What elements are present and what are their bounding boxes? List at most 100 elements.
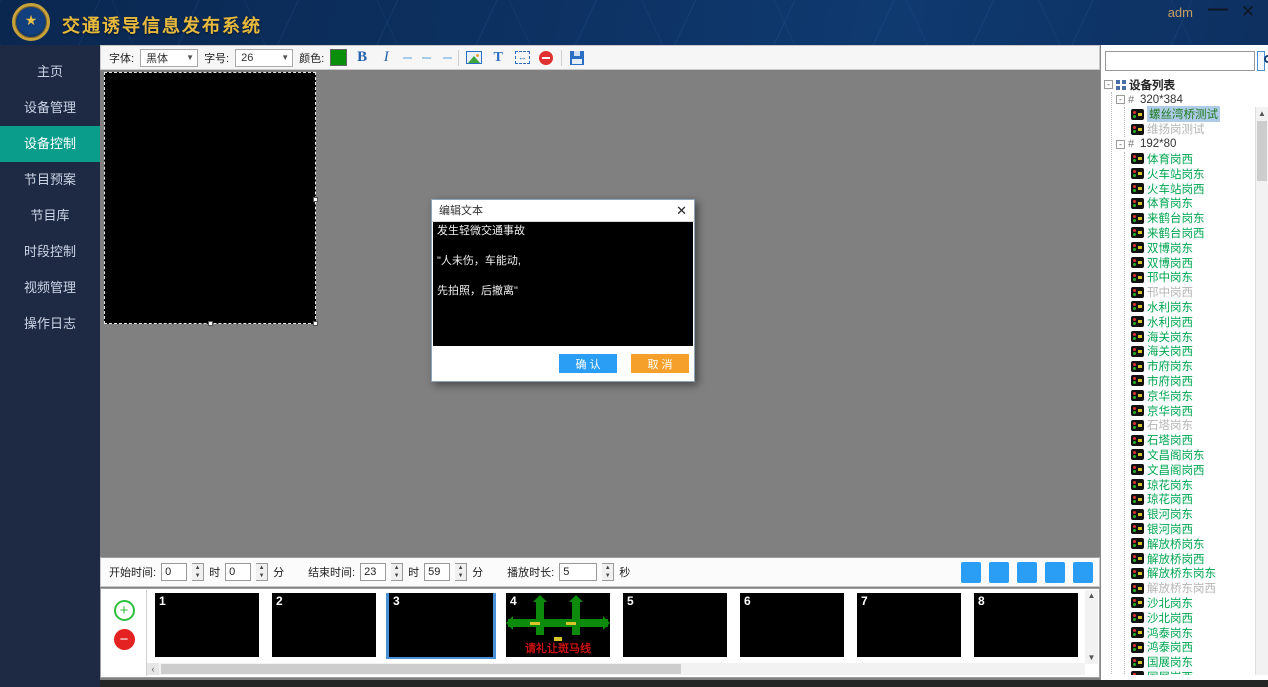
device-item[interactable]: 水利岗西 [1125, 314, 1268, 329]
end-hour-stepper[interactable]: ▲▼ [391, 563, 403, 581]
dialog-title-bar[interactable]: 编辑文本 ✕ [432, 200, 694, 222]
device-item[interactable]: 石塔岗东 [1125, 418, 1268, 433]
align-right-button[interactable] [439, 49, 452, 67]
device-item[interactable]: 水利岗东 [1125, 300, 1268, 315]
device-item[interactable]: 解放桥东岗西 [1125, 581, 1268, 596]
dialog-textarea[interactable]: 发生轻微交通事故 "人未伤，车能动, 先拍照，后撤离" [433, 222, 693, 346]
collapse-icon[interactable]: - [1116, 95, 1125, 104]
resize-handle-right[interactable] [313, 197, 318, 202]
program-thumbnail[interactable]: 7 [857, 593, 961, 657]
duration-input[interactable]: 5 [559, 563, 597, 581]
sidebar-item[interactable]: 设备管理 [0, 90, 100, 126]
start-hour-input[interactable]: 0 [161, 563, 187, 581]
bold-button[interactable]: B [353, 49, 371, 67]
italic-button[interactable]: I [377, 49, 395, 67]
device-tree-scrollbar[interactable]: ▲ ▼ [1255, 107, 1268, 675]
device-item[interactable]: 双博岗西 [1125, 255, 1268, 270]
device-item[interactable]: 体育岗东 [1125, 196, 1268, 211]
device-item[interactable]: 维扬岗测试 [1125, 122, 1268, 137]
search-button[interactable] [1257, 51, 1265, 71]
device-item[interactable]: 文昌阁岗西 [1125, 462, 1268, 477]
device-item[interactable]: 沙北岗东 [1125, 596, 1268, 611]
device-item[interactable]: 体育岗西 [1125, 152, 1268, 167]
program-thumbnail[interactable]: 1 [155, 593, 259, 657]
sidebar-item[interactable]: 操作日志 [0, 306, 100, 342]
device-item[interactable]: 石塔岗西 [1125, 433, 1268, 448]
editor-canvas[interactable]: 编辑文本 ✕ 发生轻微交通事故 "人未伤，车能动, 先拍照，后撤离" 确 认 取… [100, 70, 1100, 557]
resize-handle-bottom[interactable] [208, 321, 213, 326]
duration-stepper[interactable]: ▲▼ [602, 563, 614, 581]
start-minute-stepper[interactable]: ▲▼ [256, 563, 268, 581]
sidebar-item[interactable]: 时段控制 [0, 234, 100, 270]
device-item[interactable]: 鸿泰岗西 [1125, 640, 1268, 655]
add-program-button[interactable]: + [114, 600, 135, 621]
device-item[interactable]: 解放桥东岗东 [1125, 566, 1268, 581]
device-item[interactable]: 市府岗西 [1125, 374, 1268, 389]
device-item[interactable]: 琼花岗西 [1125, 492, 1268, 507]
device-item[interactable]: 解放桥岗西 [1125, 551, 1268, 566]
device-item[interactable]: 双博岗东 [1125, 240, 1268, 255]
program-thumbnail[interactable]: 6 [740, 593, 844, 657]
program-thumbnail[interactable]: 8 [974, 593, 1078, 657]
scroll-up-icon[interactable]: ▲ [1256, 109, 1268, 118]
fit-screen-button[interactable]: ↔ [513, 49, 531, 67]
device-item[interactable]: 邗中岗东 [1125, 270, 1268, 285]
device-search-input[interactable] [1105, 51, 1255, 71]
sidebar-item[interactable]: 节目预案 [0, 162, 100, 198]
size-select[interactable]: 26 ▼ [235, 49, 293, 67]
device-item[interactable]: 螺丝湾桥测试 [1125, 107, 1268, 122]
sidebar-item[interactable]: 主页 [0, 54, 100, 90]
thumbnails-hscrollbar[interactable]: ‹ [147, 663, 1085, 675]
insert-image-button[interactable] [465, 49, 483, 67]
save-button[interactable] [568, 49, 586, 67]
led-preview[interactable] [104, 72, 316, 324]
device-item[interactable]: 沙北岗西 [1125, 610, 1268, 625]
confirm-button[interactable]: 确 认 [559, 354, 617, 373]
collapse-icon[interactable]: - [1116, 140, 1125, 149]
program-thumbnail[interactable]: 3 [389, 593, 493, 657]
remove-program-button[interactable]: − [114, 629, 135, 650]
close-icon[interactable]: ✕ [1236, 2, 1260, 22]
program-thumbnail[interactable]: 5 [623, 593, 727, 657]
action-button[interactable] [1045, 562, 1065, 583]
collapse-icon[interactable]: - [1104, 80, 1113, 89]
start-hour-stepper[interactable]: ▲▼ [192, 563, 204, 581]
hscrollbar-thumb[interactable] [161, 664, 681, 674]
vscrollbar-thumb[interactable] [1257, 121, 1267, 181]
program-thumbnail[interactable]: 2 [272, 593, 376, 657]
device-item[interactable]: 文昌阁岗东 [1125, 448, 1268, 463]
action-button[interactable] [989, 562, 1009, 583]
device-item[interactable]: 海关岗东 [1125, 329, 1268, 344]
delete-element-button[interactable] [537, 49, 555, 67]
device-item[interactable]: 海关岗西 [1125, 344, 1268, 359]
end-minute-input[interactable]: 59 [424, 563, 450, 581]
device-item[interactable]: 京华岗东 [1125, 388, 1268, 403]
scroll-down-icon[interactable]: ▼ [1088, 652, 1096, 664]
sidebar-item[interactable]: 设备控制 [0, 126, 100, 162]
insert-text-button[interactable]: T [489, 49, 507, 67]
action-button[interactable] [1017, 562, 1037, 583]
thumbnails-vscrollbar[interactable]: ▲ ▼ [1085, 590, 1098, 664]
sidebar-item[interactable]: 节目库 [0, 198, 100, 234]
device-item[interactable]: 邗中岗西 [1125, 285, 1268, 300]
device-item[interactable]: 来鹤台岗东 [1125, 211, 1268, 226]
device-item[interactable]: 银河岗东 [1125, 507, 1268, 522]
device-item[interactable]: 来鹤台岗西 [1125, 226, 1268, 241]
end-minute-stepper[interactable]: ▲▼ [455, 563, 467, 581]
device-item[interactable]: 解放桥岗东 [1125, 536, 1268, 551]
align-left-button[interactable] [401, 49, 414, 67]
device-item[interactable]: 国展岗西 [1125, 669, 1268, 675]
minimize-icon[interactable]: — [1206, 0, 1230, 21]
scroll-up-icon[interactable]: ▲ [1088, 590, 1096, 602]
scroll-left-icon[interactable]: ‹ [147, 663, 159, 675]
dialog-close-icon[interactable]: ✕ [676, 200, 687, 222]
sidebar-item[interactable]: 视频管理 [0, 270, 100, 306]
cancel-button[interactable]: 取 消 [631, 354, 689, 373]
end-hour-input[interactable]: 23 [360, 563, 386, 581]
align-center-button[interactable] [420, 49, 433, 67]
device-item[interactable]: 市府岗东 [1125, 359, 1268, 374]
program-thumbnail[interactable]: 4 请礼让斑马线 [506, 593, 610, 657]
device-item[interactable]: 火车站岗西 [1125, 181, 1268, 196]
device-group-row[interactable]: - # 192*80 [1112, 137, 1268, 152]
color-swatch[interactable] [330, 49, 347, 66]
